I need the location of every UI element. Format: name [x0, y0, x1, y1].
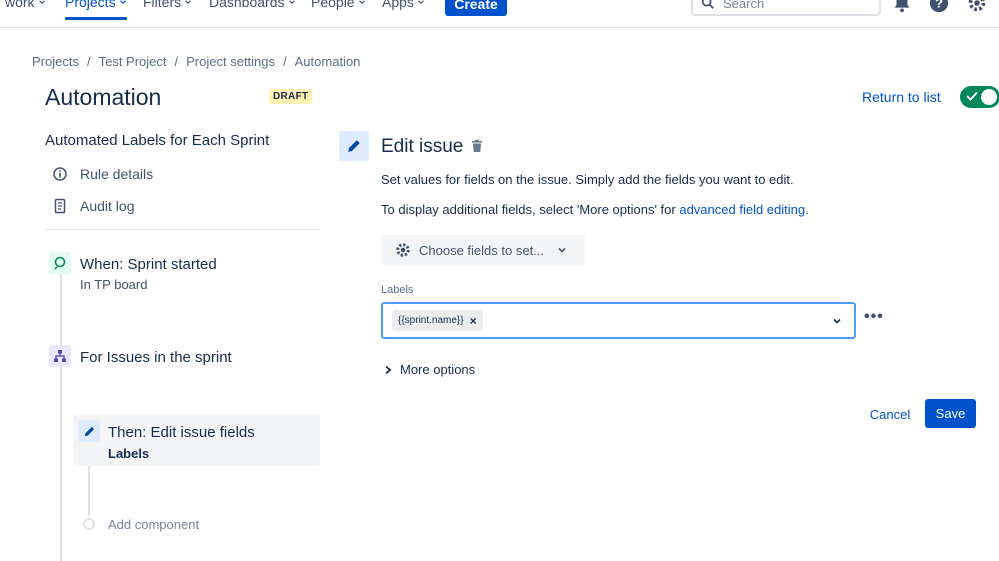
chevron-down-icon [185, 0, 191, 5]
advanced-field-editing-link[interactable]: advanced field editing [679, 202, 805, 217]
breadcrumb-projects[interactable]: Projects [32, 54, 79, 69]
chevron-down-icon [418, 0, 424, 5]
rule-enabled-toggle[interactable] [960, 86, 999, 108]
chevron-down-icon [288, 0, 295, 5]
divider [45, 229, 320, 230]
label-chip: {{sprint.name}} × [392, 310, 483, 331]
page-title: Automation [45, 84, 162, 110]
breadcrumb-separator: / [86, 54, 91, 69]
breadcrumb-test-project[interactable]: Test Project [99, 54, 167, 69]
chevron-down-icon [38, 0, 45, 5]
chevron-down-icon [119, 0, 126, 5]
branch-icon [49, 345, 71, 367]
more-options-toggle[interactable]: More options [384, 362, 475, 377]
settings-icon[interactable] [966, 0, 988, 14]
nav-your-work[interactable]: work [5, 0, 46, 10]
remove-chip-icon[interactable]: × [470, 314, 477, 328]
chevron-right-icon [385, 365, 392, 374]
breadcrumb-project-settings[interactable]: Project settings [186, 54, 275, 69]
add-component-dot [83, 518, 95, 530]
return-to-list-link[interactable]: Return to list [862, 89, 941, 105]
labels-select[interactable]: {{sprint.name}} × [381, 302, 856, 339]
help-icon[interactable]: ? [928, 0, 950, 14]
save-button[interactable]: Save [925, 399, 976, 428]
breadcrumb: Projects / Test Project / Project settin… [32, 54, 360, 69]
info-icon [53, 167, 67, 181]
trigger-icon [49, 252, 71, 274]
step-action-subtitle: Labels [108, 446, 150, 461]
editor-description: Set values for fields on the issue. Simp… [381, 172, 794, 187]
check-icon [966, 91, 978, 101]
top-navigation: work Projects Filters Dashboards People … [0, 0, 999, 28]
component-title: Edit issue [381, 136, 464, 157]
nav-apps[interactable]: Apps [382, 0, 425, 10]
breadcrumb-separator: / [283, 54, 287, 69]
toggle-knob [981, 89, 997, 105]
choose-fields-button[interactable]: Choose fields to set... [381, 235, 585, 265]
chevron-down-icon [558, 247, 566, 253]
chevron-down-icon[interactable] [832, 316, 842, 326]
search-input[interactable]: Search [691, 0, 881, 16]
breadcrumb-separator: / [174, 54, 179, 69]
step-action-title[interactable]: Then: Edit issue fields [108, 424, 255, 441]
audit-log-link[interactable]: Audit log [52, 198, 134, 214]
nav-people[interactable]: People [311, 0, 366, 10]
labels-field-label: Labels [381, 284, 414, 296]
nav-dashboards[interactable]: Dashboards [209, 0, 296, 10]
pencil-icon [78, 420, 100, 442]
nav-projects[interactable]: Projects [65, 0, 127, 20]
add-component-link[interactable]: Add component [108, 517, 199, 532]
edit-issue-icon [339, 131, 369, 161]
chevron-down-icon [358, 0, 365, 5]
draft-badge: DRAFT [269, 89, 313, 104]
trash-icon[interactable] [470, 139, 484, 153]
nav-filters[interactable]: Filters [143, 0, 192, 10]
breadcrumb-automation[interactable]: Automation [295, 54, 361, 69]
document-icon [54, 198, 66, 214]
create-button[interactable]: Create [445, 0, 507, 16]
notifications-icon[interactable] [891, 0, 913, 14]
editor-advanced-hint: To display additional fields, select 'Mo… [381, 202, 809, 217]
flow-connector-line [60, 272, 62, 561]
search-icon [701, 0, 714, 9]
rule-name: Automated Labels for Each Sprint [45, 132, 270, 149]
step-trigger-title[interactable]: When: Sprint started [80, 256, 217, 273]
rule-details-link[interactable]: Rule details [52, 166, 153, 182]
step-branch-title[interactable]: For Issues in the sprint [80, 349, 232, 366]
gear-icon [396, 243, 410, 257]
cancel-button[interactable]: Cancel [864, 400, 916, 428]
step-trigger-subtitle: In TP board [80, 277, 148, 292]
more-actions-icon[interactable]: ••• [864, 308, 884, 326]
svg-text:?: ? [935, 0, 943, 11]
